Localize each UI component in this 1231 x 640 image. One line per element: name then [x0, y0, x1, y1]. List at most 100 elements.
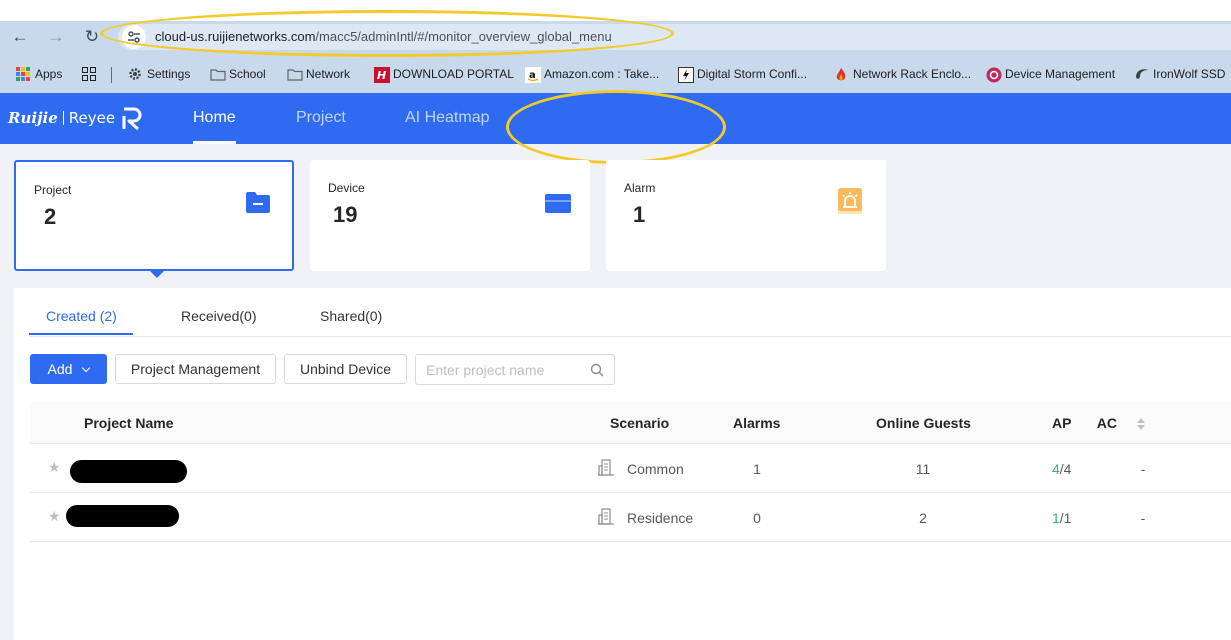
cell-scenario: Residence [627, 510, 694, 526]
ap-online-count: 4 [1052, 461, 1060, 477]
search-icon[interactable] [590, 363, 604, 377]
bookmark-ironwolf[interactable]: IronWolf SSD [1134, 65, 1225, 83]
table-row[interactable]: ★ Residence 0 2 1/1 - [30, 493, 1231, 542]
nav-active-indicator [193, 141, 236, 144]
favorite-star-icon[interactable]: ★ [48, 508, 61, 525]
download-portal-icon: H [374, 67, 390, 83]
bookmark-label: Device Management [1005, 67, 1116, 81]
reyee-mark-icon [122, 107, 142, 131]
gear-icon [128, 67, 142, 81]
url-box[interactable]: cloud-us.ruijienetworks.com/macc5/adminI… [118, 24, 1231, 50]
alarm-summary-card[interactable]: Alarm 1 [606, 160, 886, 271]
reload-icon[interactable]: ↻ [80, 21, 104, 53]
bookmark-apps[interactable]: Apps [16, 65, 62, 83]
app-header: Ruijie Reyee Home Project AI Heatmap [0, 93, 1231, 144]
bookmark-label: IronWolf SSD [1153, 67, 1226, 81]
col-online-guests[interactable]: Online Guests [876, 415, 971, 431]
table-row[interactable]: ★ Common 1 11 4/4 - [30, 444, 1231, 493]
sort-icon[interactable] [1137, 418, 1145, 430]
nav-project[interactable]: Project [296, 109, 346, 127]
ap-total-count: /4 [1059, 461, 1072, 477]
bookmark-separator [111, 67, 112, 83]
cell-online-guests: 11 [915, 461, 931, 477]
bookmark-label: School [229, 67, 266, 81]
bookmark-label: Apps [35, 67, 63, 81]
tab-shared[interactable]: Shared(0) [320, 308, 382, 324]
add-button-label: Add [47, 361, 73, 377]
bookmark-label: Amazon.com : Take... [544, 67, 660, 81]
cell-online-guests: 2 [919, 510, 927, 526]
bookmark-school[interactable]: School [210, 65, 266, 83]
ruijie-reyee-logo[interactable]: Ruijie Reyee [8, 105, 145, 131]
cell-ac: - [1140, 461, 1146, 477]
ironwolf-icon [1134, 67, 1148, 81]
chevron-down-icon [82, 363, 91, 372]
add-button[interactable]: Add [30, 354, 107, 384]
ap-total-count: /1 [1059, 510, 1072, 526]
project-management-button[interactable]: Project Management [115, 354, 276, 384]
bookmark-network[interactable]: Network [287, 65, 350, 83]
table-header: Project Name Scenario Alarms Online Gues… [30, 402, 1231, 444]
project-search-box[interactable] [415, 354, 615, 385]
tab-groups-icon[interactable] [82, 65, 96, 83]
card-value: 1 [633, 202, 646, 227]
cell-ac: - [1140, 510, 1146, 526]
logo-brand: Ruijie [8, 109, 58, 127]
building-icon [598, 508, 614, 525]
project-summary-card[interactable]: Project 2 [14, 160, 294, 271]
bookmark-settings[interactable]: Settings [128, 65, 190, 83]
site-settings-icon[interactable] [122, 25, 146, 49]
cell-ap: 4/4 [1052, 461, 1071, 477]
cell-ap: 1/1 [1052, 510, 1071, 526]
nav-home[interactable]: Home [193, 109, 236, 127]
unbind-device-button[interactable]: Unbind Device [284, 354, 407, 384]
cell-alarms: 0 [753, 510, 761, 526]
tab-divider [30, 336, 1231, 337]
bookmarks-bar: Apps Settings School Network H DOWNLOAD … [0, 53, 1231, 93]
favorite-star-icon[interactable]: ★ [48, 459, 61, 476]
card-value: 2 [44, 204, 57, 229]
back-arrow-icon[interactable]: ← [8, 21, 32, 53]
cell-scenario: Common [627, 461, 684, 477]
col-ap[interactable]: AP [1052, 415, 1071, 431]
amazon-icon: a [525, 67, 541, 83]
url-host: cloud-us.ruijienetworks.com [155, 29, 316, 44]
logo-divider [62, 111, 64, 125]
active-tab-underline [29, 333, 133, 335]
project-search-input[interactable] [426, 360, 586, 380]
bookmark-label: Network [306, 67, 351, 81]
bookmark-label: Network Rack Enclo... [853, 67, 972, 81]
browser-top-strip [0, 0, 1231, 21]
url-text[interactable]: cloud-us.ruijienetworks.com/macc5/adminI… [155, 29, 612, 44]
flame-icon [834, 67, 848, 81]
bookmark-amazon[interactable]: a Amazon.com : Take... [525, 65, 659, 83]
redacted-project-name [66, 505, 179, 527]
device-management-icon [986, 67, 1002, 83]
redacted-project-name [70, 460, 187, 483]
col-project-name[interactable]: Project Name [84, 415, 173, 431]
bookmark-label: DOWNLOAD PORTAL [393, 67, 514, 81]
tab-created[interactable]: Created (2) [46, 308, 117, 324]
bookmark-download-portal[interactable]: H DOWNLOAD PORTAL [374, 65, 514, 83]
device-icon [545, 194, 571, 213]
col-ac[interactable]: AC [1097, 415, 1117, 431]
card-label: Alarm [624, 181, 656, 195]
nav-ai-heatmap[interactable]: AI Heatmap [405, 109, 489, 127]
bookmark-device-management[interactable]: Device Management [986, 65, 1115, 83]
apps-grid-icon [16, 67, 30, 81]
tab-received[interactable]: Received(0) [181, 308, 256, 324]
card-label: Project [34, 183, 72, 197]
bookmark-digital-storm[interactable]: Digital Storm Confi... [678, 65, 807, 83]
forward-arrow-icon[interactable]: → [44, 21, 68, 53]
card-value: 19 [333, 202, 358, 227]
alarm-icon [838, 188, 862, 214]
device-summary-card[interactable]: Device 19 [310, 160, 590, 271]
col-scenario[interactable]: Scenario [610, 415, 669, 431]
folder-outline-icon [287, 67, 303, 81]
bookmark-network-rack[interactable]: Network Rack Enclo... [834, 65, 971, 83]
url-path: /macc5/adminIntl/#/monitor_overview_glob… [315, 29, 612, 44]
svg-text:H: H [377, 69, 386, 82]
card-label: Device [328, 181, 365, 195]
col-alarms[interactable]: Alarms [733, 415, 780, 431]
browser-address-bar: ← → ↻ cloud-us.ruijienetworks.com/macc5/… [0, 21, 1231, 53]
